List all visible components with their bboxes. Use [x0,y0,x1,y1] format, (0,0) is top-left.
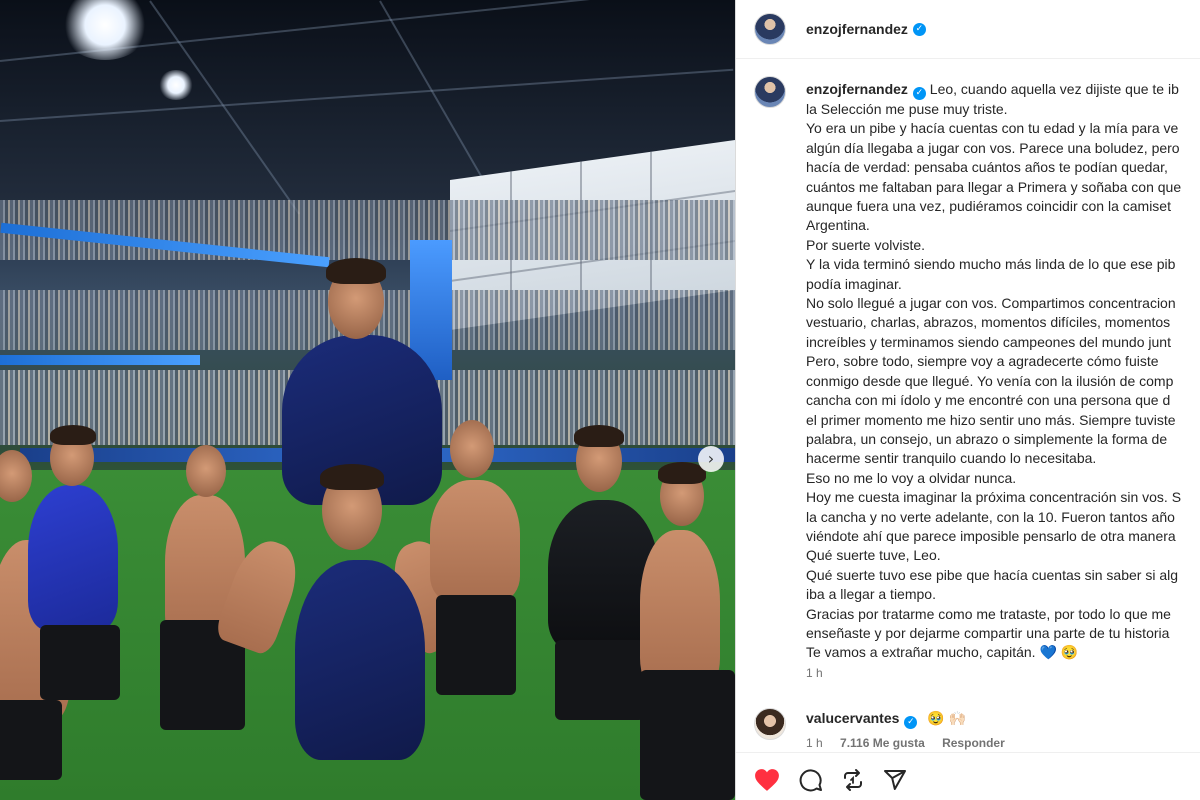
caption-line: hacía de verdad: pensaba cuántos años te… [806,159,1168,176]
comment-time: 1 h [806,736,823,750]
player-tattooed [430,480,520,600]
heart-icon [755,769,779,791]
player-carrier-jersey [295,560,425,760]
comment-line: valucervantes ✓ 🥹 🙌🏻 [806,710,966,729]
comment-meta: 1 h 7.116 Me gusta Responder [806,736,1019,750]
post-viewer: › enzojfernandez ✓ enzojfernandez ✓ Leo, … [0,0,1200,800]
caption-line: vestuario, charlas, abrazos, momentos di… [806,314,1171,331]
player-right [640,530,720,690]
player-hair [574,425,624,447]
caption-line: Argentina. [806,217,870,234]
caption-line: Eso no me lo voy a olvidar nunca. [806,469,1017,486]
caption-line: cancha con mi ídolo y me encontré con un… [806,392,1171,409]
comment-button[interactable] [798,767,824,793]
caption-line: la cancha y no verte adelante, con la 10… [806,508,1175,525]
player-shorts [555,640,645,720]
caption-line: Qué suerte tuve, Leo. [806,547,941,564]
player-shorts [640,670,735,800]
caption-line: hacerme sentir tranquilo cuando lo neces… [806,450,1097,467]
comment-icon [799,769,822,792]
chevron-right-icon: › [707,449,715,468]
caption-line: No solo llegué a jugar con vos. Comparti… [806,295,1176,312]
caption-line: el primer momento me hizo sentir uno más… [806,411,1176,428]
reply-button[interactable]: Responder [942,736,1005,750]
post-side-panel: enzojfernandez ✓ enzojfernandez ✓ Leo, cu… [735,0,1200,800]
player-head [450,420,494,478]
player-hair [320,464,384,490]
player-shorts [40,625,120,700]
like-button[interactable] [754,767,780,793]
avatar[interactable] [754,13,786,45]
caption-line: iba a llegar a tiempo. [806,586,936,603]
caption-line: conmigo desde que llegué. Yo venía con l… [806,372,1174,389]
comment-text: 🥹 🙌🏻 [927,710,967,726]
avatar[interactable] [754,708,786,740]
action-bar [736,752,1200,800]
repost-button[interactable] [840,767,866,793]
floodlight [158,70,194,100]
caption-line: Hoy me cuesta imaginar la próxima concen… [806,489,1182,506]
led-ribbon [0,355,200,365]
verified-badge-icon: ✓ [912,22,926,36]
next-photo-button[interactable]: › [698,446,724,472]
caption-line: Qué suerte tuvo ese pibe que hacía cuent… [806,566,1179,583]
player-head [186,445,226,497]
crowd-upper [0,200,735,260]
caption-line: Te vamos a extrañar mucho, capitán. 💙 🥹 [806,644,1079,661]
caption-line: algún día llegaba a jugar con vos. Parec… [806,139,1180,156]
player-hair [50,425,96,445]
player-blue-jersey [28,485,118,630]
caption-line: Gracias por tratarme como me trataste, p… [806,605,1171,622]
avatar[interactable] [754,76,786,108]
caption-text: enzojfernandez ✓ Leo, cuando aquella vez … [806,80,1200,663]
verified-badge-icon: ✓ [912,87,926,100]
player-shorts [436,595,516,695]
caption-line: Y la vida terminó siendo mucho más linda… [806,256,1176,273]
player-shorts [0,700,62,780]
player-hair [326,258,386,284]
caption-author[interactable]: enzojfernandez [806,81,908,97]
caption-line: Por suerte volviste. [806,236,926,253]
send-icon [884,770,906,790]
verified-badge-icon: ✓ [904,716,918,729]
caption-line: la Selección me puse muy triste. [806,101,1008,117]
caption-line: Yo era un pibe y hacía cuentas con tu ed… [806,120,1179,137]
caption-line: increíbles y terminamos siendo campeones… [806,333,1171,350]
share-button[interactable] [882,767,908,793]
author-username[interactable]: enzojfernandez [806,21,908,37]
caption-line: Pero, sobre todo, siempre voy a agradece… [806,353,1159,370]
caption-line: viéndote ahí que parece imposible pensar… [806,527,1176,544]
repost-icon [844,769,862,791]
post-photo[interactable]: › [0,0,735,800]
post-time: 1 h [806,666,823,680]
caption-line: Leo, cuando aquella vez dijiste que te i… [929,81,1179,97]
caption-line: cuántos me faltaban para llegar a Primer… [806,178,1182,195]
comment-likes[interactable]: 7.116 Me gusta [840,736,925,750]
post-header: enzojfernandez ✓ [736,0,1200,59]
caption-line: palabra, un consejo, un abrazo o simplem… [806,430,1168,447]
caption-line: enseñaste y por dejarme compartir una pa… [806,624,1170,641]
caption-line: podía imaginar. [806,275,902,292]
caption-line: aunque fuera una vez, pudiéramos coincid… [806,198,1171,215]
caption-line-first: enzojfernandez ✓ Leo, cuando aquella vez … [806,80,1200,100]
comment-author[interactable]: valucervantes [806,710,899,726]
